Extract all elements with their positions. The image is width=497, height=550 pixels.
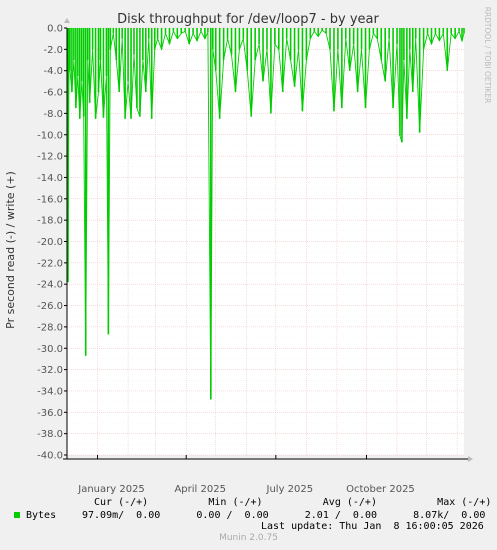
y-tick-label: -16.0 (37, 194, 63, 205)
legend-header: Cur (-/+) Min (-/+) Avg (-/+) Max (-/+) (94, 497, 492, 508)
munin-version: Munin 2.0.75 (219, 533, 278, 543)
y-tick-label: -14.0 (37, 173, 63, 184)
x-axis-ticks: January 2025 April 2025 July 2025 October 2… (77, 455, 415, 495)
y-tick-label: 0.0 (47, 24, 63, 35)
x-tick-label: April 2025 (174, 484, 225, 495)
throughput-chart: 0.0 -2.0 -4.0 -6.0 -8.0 -10.0 -12.0 -14.0 -16.0 -… (4, 7, 492, 495)
y-tick-label: -20.0 (37, 237, 63, 248)
rrdtool-credit: RRDTOOL / TOBI OETIKER (483, 7, 492, 104)
y-tick-label: -2.0 (43, 45, 63, 56)
legend-values: 97.09m/ 0.00 0.00 / 0.00 2.01 / 0.00 8.0… (82, 510, 486, 521)
chart-title: Disk throughput for /dev/loop7 - by year (117, 12, 379, 27)
y-tick-label: -8.0 (43, 109, 63, 120)
y-tick-label: -6.0 (43, 88, 63, 99)
y-tick-label: -28.0 (37, 322, 63, 333)
y-tick-label: -34.0 (37, 386, 63, 397)
y-tick-label: -10.0 (37, 130, 63, 141)
y-tick-label: -40.0 (37, 451, 63, 462)
y-tick-label: -32.0 (37, 365, 63, 376)
y-tick-label: -4.0 (43, 66, 63, 77)
bytes-legend-swatch (14, 512, 20, 518)
y-axis-ticks: 0.0 -2.0 -4.0 -6.0 -8.0 -10.0 -12.0 -14.0 -16.0 -… (37, 24, 67, 462)
y-tick-label: -24.0 (37, 280, 63, 291)
y-tick-label: -26.0 (37, 301, 63, 312)
last-update: Last update: Thu Jan 8 16:00:05 2026 (261, 521, 484, 532)
legend-series-label: Bytes (26, 510, 57, 521)
y-tick-label: -36.0 (37, 408, 63, 419)
y-tick-label: -12.0 (37, 152, 63, 163)
x-tick-label: July 2025 (266, 484, 314, 495)
y-tick-label: -38.0 (37, 429, 63, 440)
y-tick-label: -30.0 (37, 344, 63, 355)
x-tick-label: October 2025 (346, 484, 415, 495)
y-tick-label: -18.0 (37, 216, 63, 227)
x-axis-arrow-icon (468, 456, 473, 462)
x-tick-label: January 2025 (77, 484, 145, 495)
y-axis-arrow-icon (64, 18, 70, 23)
y-tick-label: -22.0 (37, 258, 63, 269)
y-axis-label: Pr second read (-) / write (+) (4, 171, 17, 329)
